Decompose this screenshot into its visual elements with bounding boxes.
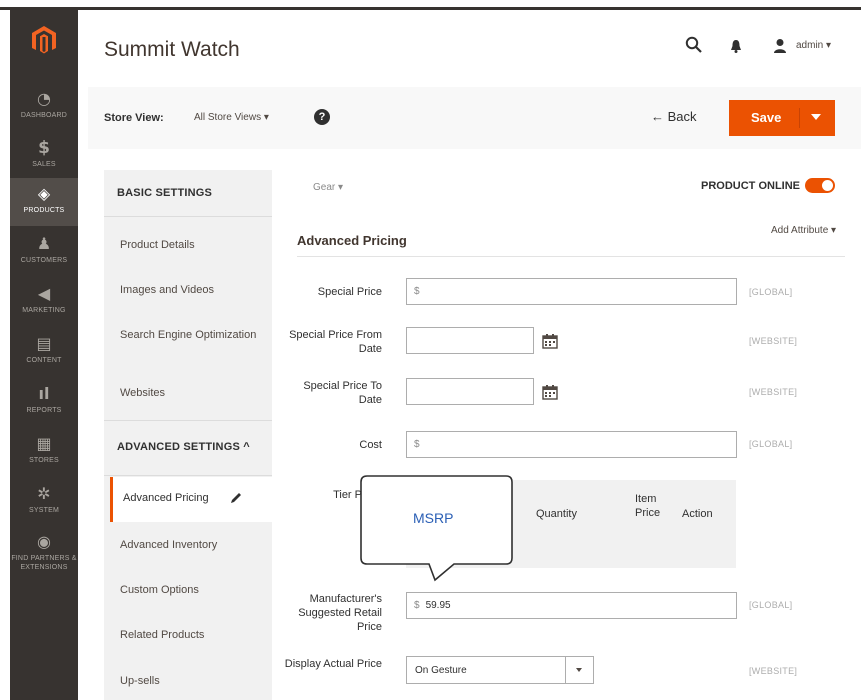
product-online-label: PRODUCT ONLINE	[701, 180, 800, 192]
special-to-input[interactable]	[406, 378, 534, 405]
menu-item-seo[interactable]: Search Engine Optimization	[120, 329, 260, 342]
scope-label: [GLOBAL]	[749, 600, 793, 610]
megaphone-icon: ◀	[37, 284, 51, 303]
admin-nav: ◔ DASHBOARD $ SALES ◈ PRODUCTS ♟ CUSTOME…	[10, 10, 78, 700]
msrp-label: Manufacturer's Suggested Retail Price	[298, 593, 382, 633]
section-title: Advanced Pricing	[297, 233, 407, 248]
calendar-icon[interactable]	[542, 333, 558, 349]
store-view-bar: Store View: All Store Views ▾ ? ← Back S…	[88, 87, 861, 149]
special-from-label: Special Price From Date	[289, 329, 382, 355]
scope-label: [WEBSITE]	[749, 666, 798, 676]
store-icon: ▦	[36, 434, 52, 453]
nav-system[interactable]: ✲ SYSTEM	[10, 478, 78, 528]
nav-customers[interactable]: ♟ CUSTOMERS	[10, 228, 78, 278]
store-view-switcher[interactable]: All Store Views ▾	[194, 112, 269, 123]
menu-item-product-details[interactable]: Product Details	[120, 239, 260, 252]
magento-logo-icon[interactable]	[31, 25, 57, 55]
help-icon[interactable]: ?	[314, 109, 330, 125]
msrp-input[interactable]: $59.95	[406, 592, 737, 619]
chevron-down-icon	[576, 668, 582, 672]
user-menu[interactable]: admin ▾	[796, 40, 831, 51]
store-view-label: Store View:	[104, 112, 164, 124]
add-attribute-button[interactable]: Add Attribute ▾	[771, 225, 836, 236]
chevron-down-icon[interactable]	[811, 114, 821, 120]
cost-label: Cost	[359, 439, 382, 451]
scope-label: [GLOBAL]	[749, 439, 793, 449]
pencil-icon	[231, 493, 241, 503]
attribute-set-switcher[interactable]: Gear ▾	[313, 182, 343, 193]
menu-item-images-videos[interactable]: Images and Videos	[120, 284, 260, 297]
scope-label: [WEBSITE]	[749, 336, 798, 346]
msrp-value: 59.95	[425, 600, 451, 611]
menu-item-up-sells[interactable]: Up-sells	[120, 675, 260, 688]
menu-item-advanced-pricing[interactable]: Advanced Pricing	[110, 477, 272, 522]
top-border	[0, 0, 861, 10]
nav-stores[interactable]: ▦ STORES	[10, 428, 78, 478]
nav-products[interactable]: ◈ PRODUCTS	[10, 178, 78, 226]
layout-icon: ▤	[36, 334, 52, 353]
menu-item-related-products[interactable]: Related Products	[120, 629, 260, 642]
display-actual-price-select[interactable]: On Gesture	[406, 656, 594, 684]
bell-icon[interactable]	[729, 38, 743, 54]
save-label: Save	[751, 110, 782, 125]
currency-symbol: $	[414, 600, 420, 611]
nav-reports[interactable]: ıl REPORTS	[10, 378, 78, 428]
callout-text: MSRP	[413, 510, 454, 526]
menu-item-custom-options[interactable]: Custom Options	[120, 584, 260, 597]
tier-col-item-price: Item Price	[635, 493, 661, 519]
partners-icon: ◉	[37, 532, 51, 551]
dollar-icon: $	[38, 138, 50, 158]
product-online-toggle[interactable]	[805, 178, 835, 193]
menu-item-advanced-inventory[interactable]: Advanced Inventory	[120, 539, 260, 552]
nav-dashboard[interactable]: ◔ DASHBOARD	[10, 83, 78, 133]
basic-settings-heading[interactable]: BASIC SETTINGS	[117, 187, 212, 199]
scope-label: [GLOBAL]	[749, 287, 793, 297]
cost-input[interactable]: $	[406, 431, 737, 458]
page-title: Summit Watch	[104, 38, 240, 61]
search-icon[interactable]	[685, 36, 703, 54]
person-icon: ♟	[36, 234, 52, 253]
special-to-label: Special Price To Date	[303, 380, 382, 406]
calendar-icon[interactable]	[542, 384, 558, 400]
bar-chart-icon: ıl	[38, 384, 50, 403]
msrp-callout	[360, 475, 513, 582]
user-icon[interactable]	[773, 38, 787, 54]
scope-label: [WEBSITE]	[749, 387, 798, 397]
select-value: On Gesture	[415, 665, 467, 676]
nav-marketing[interactable]: ◀ MARKETING	[10, 278, 78, 328]
tier-col-quantity: Quantity	[536, 508, 577, 520]
tier-price-label: Tier P	[333, 489, 362, 501]
cube-icon: ◈	[37, 184, 51, 203]
special-from-input[interactable]	[406, 327, 534, 354]
product-settings-menu: BASIC SETTINGS Product Details Images an…	[104, 170, 272, 700]
special-price-label: Special Price	[317, 286, 382, 298]
save-button[interactable]: Save	[729, 100, 835, 136]
special-price-input[interactable]: $	[406, 278, 737, 305]
tier-col-action: Action	[682, 508, 713, 520]
dashboard-icon: ◔	[37, 89, 51, 108]
menu-item-websites[interactable]: Websites	[120, 387, 260, 400]
nav-sales[interactable]: $ SALES	[10, 132, 78, 182]
display-actual-price-label: Display Actual Price	[284, 658, 382, 670]
nav-find-partners[interactable]: ◉ FIND PARTNERS & EXTENSIONS	[10, 526, 78, 582]
menu-item-label: Advanced Pricing	[123, 492, 209, 504]
advanced-settings-heading[interactable]: ADVANCED SETTINGS ^	[117, 441, 250, 453]
gear-icon: ✲	[37, 484, 51, 503]
nav-content[interactable]: ▤ CONTENT	[10, 328, 78, 378]
back-button[interactable]: ← Back	[651, 109, 697, 124]
